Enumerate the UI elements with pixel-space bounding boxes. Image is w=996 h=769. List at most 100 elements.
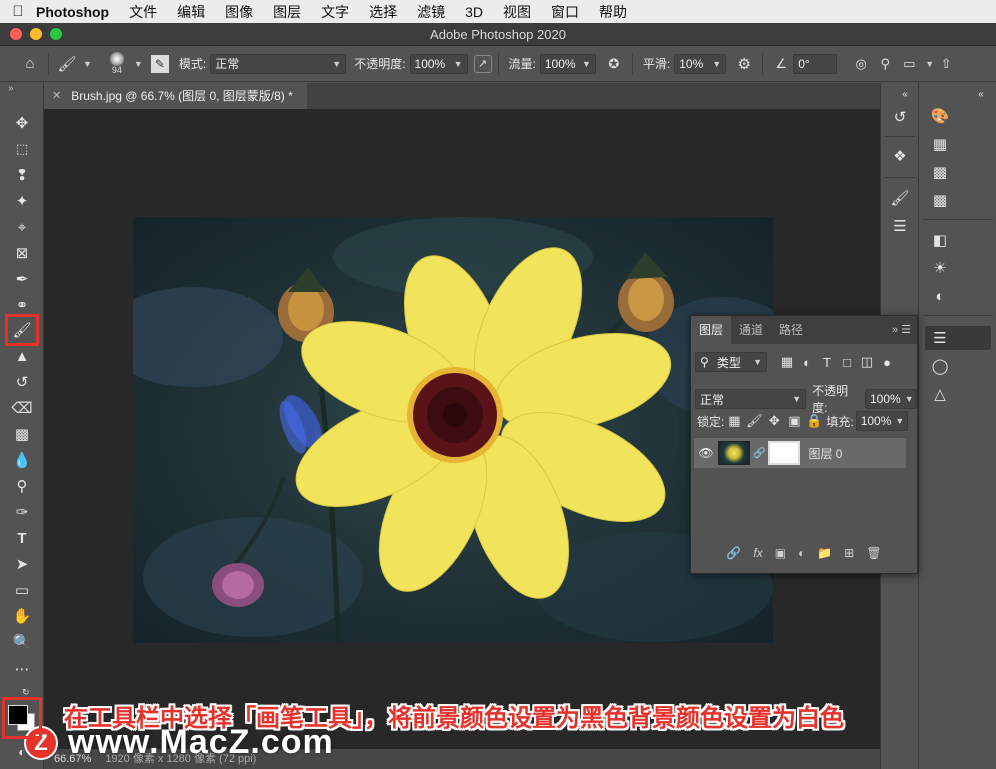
zoom-window-button[interactable] <box>50 28 62 40</box>
eye-visibility-icon[interactable]: 👁 <box>694 446 718 460</box>
menu-type[interactable]: 文字 <box>321 2 349 22</box>
airbrush-icon[interactable]: ✪ <box>602 52 626 76</box>
path-selection-tool-icon[interactable]: ➤ <box>10 553 34 575</box>
menu-layer[interactable]: 图层 <box>273 2 301 22</box>
more-tools-icon[interactable]: ⋯ <box>10 658 34 680</box>
layer-row[interactable]: 👁 🔗 图层 0 <box>694 438 906 468</box>
lock-image-pixels-icon[interactable]: 🖌 <box>744 413 764 429</box>
brush-settings-panel-icon[interactable]: ✎ <box>150 54 169 73</box>
home-icon[interactable]: ⌂ <box>18 52 42 76</box>
brush-tool-icon[interactable]: 🖌 <box>5 314 39 346</box>
close-icon[interactable]: ✕ <box>52 83 61 109</box>
share-icon[interactable]: ⇧ <box>934 52 958 76</box>
tab-channels[interactable]: 通道 <box>731 316 771 344</box>
menu-filter[interactable]: 滤镜 <box>417 2 445 22</box>
search-icon[interactable]: ⚲ <box>873 52 897 76</box>
patterns-panel-icon[interactable]: ▩ <box>928 189 952 211</box>
workspace-icon[interactable]: ▭ <box>897 52 921 76</box>
swatches-panel-icon[interactable]: ▦ <box>928 133 952 155</box>
filter-shape-icon[interactable]: □ <box>837 355 857 370</box>
flower-photo[interactable] <box>133 217 773 643</box>
layer-opacity-field[interactable]: 100% ▼ <box>865 389 917 409</box>
menu-edit[interactable]: 编辑 <box>177 2 205 22</box>
adjustment-layer-icon[interactable]: ◐ <box>798 546 805 560</box>
menu-help[interactable]: 帮助 <box>599 2 627 22</box>
apple-icon[interactable]:  <box>0 3 36 20</box>
pressure-opacity-icon[interactable]: ↗ <box>473 54 492 73</box>
angle-field[interactable]: 0° <box>793 53 838 74</box>
brush-preset-icon[interactable]: 🖌 <box>55 52 79 76</box>
color-panel-icon[interactable]: 🎨 <box>928 105 952 127</box>
frame-tool-icon[interactable]: ⊠ <box>10 242 34 264</box>
close-window-button[interactable] <box>10 28 22 40</box>
lasso-tool-icon[interactable]: ❢ <box>10 164 34 186</box>
clone-stamp-tool-icon[interactable]: ▲ <box>10 345 34 367</box>
new-group-icon[interactable]: 📁 <box>817 546 832 560</box>
filter-smart-object-icon[interactable]: ◫ <box>857 354 877 370</box>
lock-transparent-pixels-icon[interactable]: ▦ <box>724 413 744 429</box>
properties-panel-icon[interactable]: ◧ <box>928 229 952 251</box>
pen-tool-icon[interactable]: ✑ <box>10 501 34 523</box>
chevron-down-icon[interactable]: ▼ <box>925 59 934 69</box>
history-panel-icon[interactable]: ↺ <box>888 106 912 128</box>
filter-pixel-icon[interactable]: ▦ <box>777 354 797 370</box>
menu-app-name[interactable]: Photoshop <box>36 4 109 20</box>
flow-field[interactable]: 100% ▼ <box>539 53 596 74</box>
opacity-field[interactable]: 100% ▼ <box>409 53 468 74</box>
document-tab[interactable]: ✕ Brush.jpg @ 66.7% (图层 0, 图层蒙版/8) * <box>44 83 307 109</box>
mask-link-icon[interactable]: 🔗 <box>753 448 765 459</box>
adjustments-panel-icon[interactable]: ◐ <box>928 285 952 307</box>
zoom-tool-icon[interactable]: 🔍 <box>10 631 34 653</box>
healing-brush-tool-icon[interactable]: ⚭ <box>10 294 34 316</box>
menu-view[interactable]: 视图 <box>503 2 531 22</box>
minimize-window-button[interactable] <box>30 28 42 40</box>
trash-icon[interactable]: 🗑 <box>866 546 881 560</box>
gear-icon[interactable]: ⚙ <box>732 52 756 76</box>
fx-icon[interactable]: fx <box>753 546 762 560</box>
eyedropper-tool-icon[interactable]: ✒ <box>10 268 34 290</box>
pressure-size-icon[interactable]: ◎ <box>849 52 873 76</box>
layers-panel-icon[interactable]: ☰ <box>928 327 952 349</box>
marquee-tool-icon[interactable]: ⬚ <box>10 138 34 160</box>
filter-toggle-icon[interactable]: ● <box>877 355 897 370</box>
filter-kind-select[interactable]: ⚲ 类型 ▼ <box>695 352 767 372</box>
lock-artboard-icon[interactable]: ▣ <box>784 413 804 429</box>
channels-panel-icon[interactable]: ◯ <box>928 355 952 377</box>
filter-type-icon[interactable]: T <box>817 355 837 370</box>
mode-select[interactable]: 正常 ▼ <box>210 53 347 74</box>
collapse-panel-icon[interactable]: « <box>893 83 917 105</box>
lock-all-icon[interactable]: 🔒 <box>804 413 824 429</box>
magic-wand-tool-icon[interactable]: ✦ <box>10 190 34 212</box>
rectangle-tool-icon[interactable]: ▭ <box>10 579 34 601</box>
chevron-down-icon[interactable]: ▼ <box>134 59 143 69</box>
blur-tool-icon[interactable]: 💧 <box>10 449 34 471</box>
move-tool-icon[interactable]: ✥ <box>10 112 34 134</box>
menu-file[interactable]: 文件 <box>129 2 157 22</box>
link-layers-icon[interactable]: 🔗 <box>726 546 741 560</box>
collapse-panel-icon[interactable]: « <box>969 83 993 105</box>
eraser-tool-icon[interactable]: ⌫ <box>10 397 34 419</box>
menu-select[interactable]: 选择 <box>369 2 397 22</box>
panel-menu-icon[interactable]: » ☰ <box>886 316 917 344</box>
expand-panel-icon[interactable]: » <box>8 83 14 94</box>
menu-image[interactable]: 图像 <box>225 2 253 22</box>
filter-adjustment-icon[interactable]: ◐ <box>797 355 817 370</box>
brush-size-picker[interactable]: 94 <box>109 52 124 75</box>
lightbulb-icon[interactable]: ☀ <box>928 257 952 279</box>
paths-panel-icon[interactable]: △ <box>928 383 952 405</box>
menu-3d[interactable]: 3D <box>465 4 483 20</box>
new-layer-icon[interactable]: ⊞ <box>844 546 854 560</box>
blend-mode-select[interactable]: 正常 ▼ <box>695 389 807 409</box>
brush-settings-icon[interactable]: 🖌 <box>888 187 912 209</box>
adjust-settings-icon[interactable]: ☰ <box>888 215 912 237</box>
layer-thumbnail[interactable] <box>718 441 750 465</box>
add-mask-icon[interactable]: ▣ <box>775 546 786 560</box>
tab-paths[interactable]: 路径 <box>771 316 811 344</box>
smoothing-field[interactable]: 10% ▼ <box>674 53 727 74</box>
hand-tool-icon[interactable]: ✋ <box>10 605 34 627</box>
menu-window[interactable]: 窗口 <box>551 2 579 22</box>
lock-position-icon[interactable]: ✥ <box>764 413 784 429</box>
tab-layers[interactable]: 图层 <box>691 316 732 344</box>
gradient-tool-icon[interactable]: ▩ <box>10 423 34 445</box>
chevron-down-icon[interactable]: ▼ <box>83 59 92 69</box>
